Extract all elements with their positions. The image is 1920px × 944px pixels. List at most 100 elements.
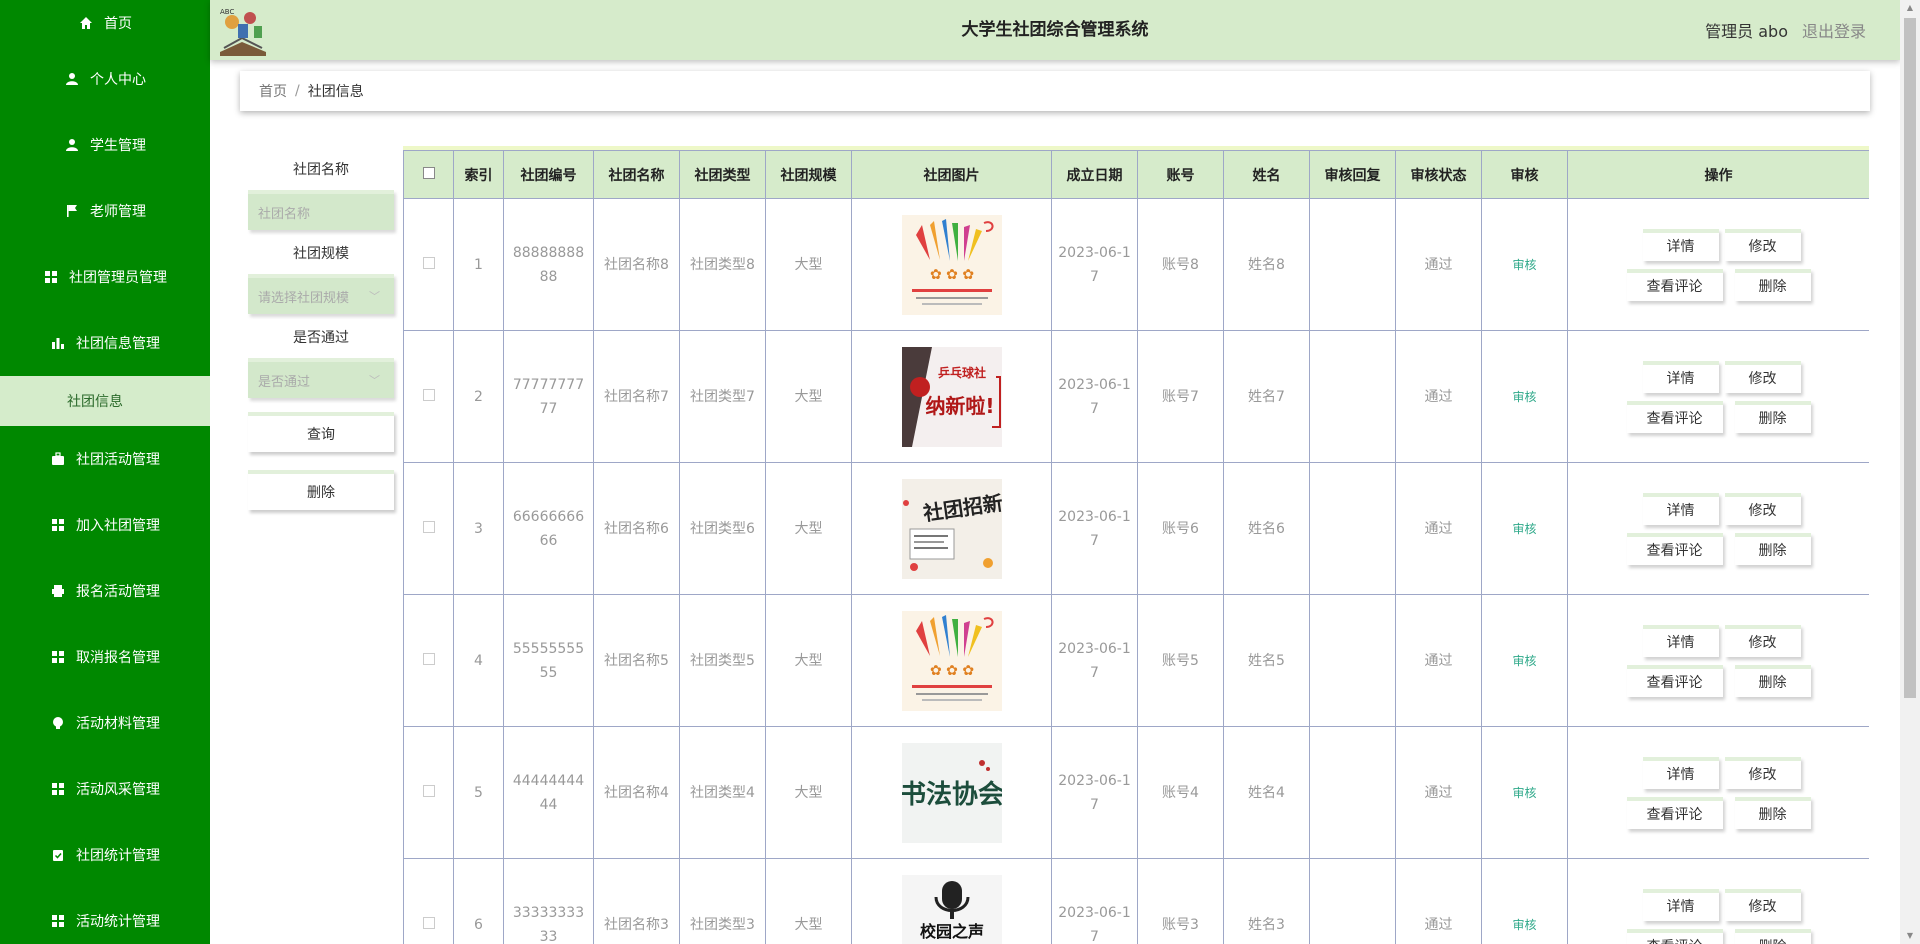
edit-button[interactable]: 修改 xyxy=(1724,228,1801,261)
club-scale-select[interactable]: 请选择社团规模 ﹀ xyxy=(248,274,394,314)
person-name-cell: 姓名3 xyxy=(1223,858,1310,944)
sidebar-item-label: 老师管理 xyxy=(90,204,146,220)
user-icon xyxy=(64,137,80,153)
pass-label: 是否通过 xyxy=(293,330,349,346)
view-comments-button[interactable]: 查看评论 xyxy=(1626,664,1723,697)
detail-button[interactable]: 详情 xyxy=(1642,756,1719,789)
column-header: 社团编号 xyxy=(503,150,594,199)
club-scale-cell: 大型 xyxy=(765,594,852,727)
row-checkbox[interactable] xyxy=(422,520,435,533)
pass-select[interactable]: 是否通过 ﹀ xyxy=(248,358,394,398)
sidebar-item-label: 取消报名管理 xyxy=(76,650,160,666)
table-row: 1 8888888888 社团名称8 社团类型8 大型 ✿ ✿ ✿ 2023-06-17 账号… xyxy=(403,198,1869,331)
index-cell: 5 xyxy=(453,726,504,859)
audit-cell: 审核 xyxy=(1481,858,1568,944)
sidebar-item[interactable]: 社团活动管理 xyxy=(0,426,210,492)
select-all-checkbox[interactable] xyxy=(422,166,435,179)
sidebar-item[interactable]: 活动风采管理 xyxy=(0,756,210,822)
batch-delete-button[interactable]: 删除 xyxy=(248,470,394,510)
detail-button[interactable]: 详情 xyxy=(1642,492,1719,525)
flag-icon xyxy=(64,203,80,219)
delete-button[interactable]: 删除 xyxy=(1734,532,1811,565)
query-button[interactable]: 查询 xyxy=(248,412,394,452)
club-type-cell: 社团类型5 xyxy=(679,594,766,727)
page-scrollbar[interactable]: ▲ ▼ xyxy=(1900,0,1920,944)
audit-link[interactable]: 审核 xyxy=(1512,390,1536,404)
audit-reply-cell xyxy=(1309,858,1396,944)
column-header: 姓名 xyxy=(1223,150,1310,199)
audit-link[interactable]: 审核 xyxy=(1512,786,1536,800)
club-image-cell: ✿ ✿ ✿ xyxy=(851,594,1052,727)
sidebar-item[interactable]: 首页 xyxy=(0,0,210,46)
scroll-up-arrow-icon[interactable]: ▲ xyxy=(1900,0,1920,16)
view-comments-button[interactable]: 查看评论 xyxy=(1626,532,1723,565)
sidebar-item[interactable]: 社团信息管理 xyxy=(0,310,210,376)
breadcrumb-separator: / xyxy=(295,83,300,99)
scrollbar-thumb[interactable] xyxy=(1904,18,1916,698)
row-checkbox[interactable] xyxy=(422,784,435,797)
account-cell: 账号4 xyxy=(1137,726,1224,859)
detail-button[interactable]: 详情 xyxy=(1642,360,1719,393)
row-checkbox[interactable] xyxy=(422,652,435,665)
edit-button[interactable]: 修改 xyxy=(1724,756,1801,789)
sidebar-subitem-club-info[interactable]: 社团信息 xyxy=(0,376,210,426)
delete-button[interactable]: 删除 xyxy=(1734,268,1811,301)
svg-text:✿ ✿ ✿: ✿ ✿ ✿ xyxy=(929,663,973,679)
edit-button[interactable]: 修改 xyxy=(1724,492,1801,525)
audit-link[interactable]: 审核 xyxy=(1512,522,1536,536)
view-comments-button[interactable]: 查看评论 xyxy=(1626,928,1723,944)
detail-button[interactable]: 详情 xyxy=(1642,228,1719,261)
row-checkbox[interactable] xyxy=(422,916,435,929)
person-name-cell: 姓名4 xyxy=(1223,726,1310,859)
detail-button[interactable]: 详情 xyxy=(1642,624,1719,657)
view-comments-button[interactable]: 查看评论 xyxy=(1626,400,1723,433)
view-comments-button[interactable]: 查看评论 xyxy=(1626,268,1723,301)
printer-icon xyxy=(50,583,66,599)
edit-button[interactable]: 修改 xyxy=(1724,624,1801,657)
audit-link[interactable]: 审核 xyxy=(1512,918,1536,932)
sidebar-item-label: 社团信息管理 xyxy=(76,336,160,352)
scroll-down-arrow-icon[interactable]: ▼ xyxy=(1900,928,1920,944)
audit-cell: 审核 xyxy=(1481,594,1568,727)
edit-button[interactable]: 修改 xyxy=(1724,888,1801,921)
search-panel: 社团名称 社团名称 社团规模 请选择社团规模 ﹀ 是否通过 是否通过 ﹀ 查询 … xyxy=(248,150,398,510)
row-checkbox[interactable] xyxy=(422,388,435,401)
sidebar-item[interactable]: 取消报名管理 xyxy=(0,624,210,690)
club-image: ✿ ✿ ✿ xyxy=(901,610,1002,711)
detail-button[interactable]: 详情 xyxy=(1642,888,1719,921)
sidebar-item[interactable]: 加入社团管理 xyxy=(0,492,210,558)
delete-button[interactable]: 删除 xyxy=(1734,664,1811,697)
delete-button[interactable]: 删除 xyxy=(1734,928,1811,944)
sidebar-item[interactable]: 社团管理员管理 xyxy=(0,244,210,310)
sidebar-item[interactable]: 学生管理 xyxy=(0,112,210,178)
view-comments-button[interactable]: 查看评论 xyxy=(1626,796,1723,829)
breadcrumb-home[interactable]: 首页 xyxy=(259,81,287,101)
club-image: ✿ ✿ ✿ xyxy=(901,214,1002,315)
row-checkbox[interactable] xyxy=(422,256,435,269)
actions-cell: 详情修改查看评论删除 xyxy=(1567,330,1869,463)
person-name-cell: 姓名7 xyxy=(1223,330,1310,463)
sidebar-item[interactable]: 老师管理 xyxy=(0,178,210,244)
club-image: 社团招新 xyxy=(901,478,1002,579)
club-name-input[interactable]: 社团名称 xyxy=(248,190,394,230)
sidebar-item[interactable]: 报名活动管理 xyxy=(0,558,210,624)
actions-cell: 详情修改查看评论删除 xyxy=(1567,198,1869,331)
delete-button[interactable]: 删除 xyxy=(1734,400,1811,433)
sidebar-item[interactable]: 个人中心 xyxy=(0,46,210,112)
svg-text:✿ ✿ ✿: ✿ ✿ ✿ xyxy=(929,267,973,283)
sidebar-item[interactable]: 社团统计管理 xyxy=(0,822,210,888)
audit-link[interactable]: 审核 xyxy=(1512,654,1536,668)
club-scale-cell: 大型 xyxy=(765,858,852,944)
club-name-cell: 社团名称8 xyxy=(593,198,680,331)
founded-date-cell: 2023-06-17 xyxy=(1051,198,1138,331)
logout-link[interactable]: 退出登录 xyxy=(1802,18,1866,42)
audit-link[interactable]: 审核 xyxy=(1512,258,1536,272)
edit-button[interactable]: 修改 xyxy=(1724,360,1801,393)
sidebar-item[interactable]: 活动统计管理 xyxy=(0,888,210,944)
sidebar-item[interactable]: 活动材料管理 xyxy=(0,690,210,756)
sidebar-item-label: 社团统计管理 xyxy=(76,848,160,864)
delete-button[interactable]: 删除 xyxy=(1734,796,1811,829)
user-icon xyxy=(64,71,80,87)
audit-reply-cell xyxy=(1309,462,1396,595)
bulb-icon xyxy=(50,715,66,731)
